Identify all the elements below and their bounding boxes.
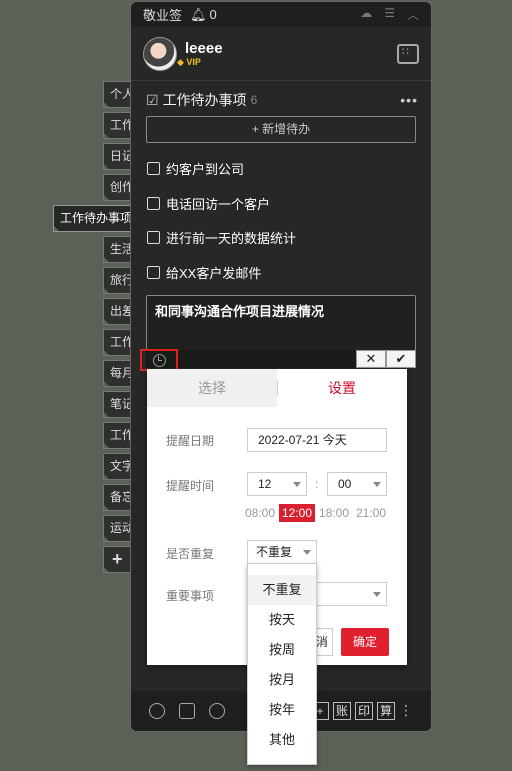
repeat-option[interactable]: 按月 bbox=[248, 665, 316, 695]
time-option-selected[interactable]: 12:00 bbox=[279, 504, 316, 522]
calendar-icon[interactable] bbox=[397, 43, 419, 64]
list-header: ☑ 工作待办事项 6 ••• bbox=[146, 90, 418, 110]
repeat-dropdown: 不重复 按天 按周 按月 按年 其他 bbox=[247, 563, 317, 765]
cancel-edit-button[interactable]: ✕ bbox=[356, 350, 386, 368]
task-item[interactable]: 约客户到公司 bbox=[147, 159, 244, 178]
task-item[interactable]: 给XX客户发邮件 bbox=[147, 263, 261, 282]
clock-icon[interactable] bbox=[149, 703, 165, 719]
confirm-button[interactable]: 确定 bbox=[341, 628, 389, 656]
checklist-icon: ☑ bbox=[146, 91, 159, 108]
profile-bar: leeee ◆ VIP bbox=[131, 27, 431, 81]
task-checkbox[interactable] bbox=[147, 231, 160, 244]
cloud-icon[interactable]: ☁ bbox=[360, 6, 372, 23]
date-label: 提醒日期 bbox=[166, 434, 215, 448]
add-task-button[interactable]: + 新增待办 bbox=[146, 116, 416, 143]
time-label: 提醒时间 bbox=[166, 479, 215, 493]
print-button[interactable]: 印 bbox=[355, 702, 373, 720]
task-edit-toolbar: ✕ ✔ bbox=[140, 349, 416, 371]
notification-button[interactable]: 🔔︎ 0 bbox=[190, 7, 217, 23]
reminder-button[interactable] bbox=[140, 349, 178, 371]
time-option[interactable]: 08:00 bbox=[245, 506, 275, 520]
app-title: 敬业签 bbox=[143, 8, 183, 23]
repeat-label: 是否重复 bbox=[166, 547, 215, 561]
side-tab-active[interactable]: 工作待办事项 bbox=[53, 205, 137, 232]
vip-badge: ◆ VIP bbox=[177, 56, 201, 67]
avatar[interactable] bbox=[143, 36, 177, 71]
task-item[interactable]: 电话回访一个客户 bbox=[147, 194, 270, 213]
bell-icon: 🔔︎ bbox=[190, 6, 207, 22]
time-option[interactable]: 21:00 bbox=[356, 506, 386, 520]
repeat-option[interactable]: 不重复 bbox=[248, 575, 316, 605]
repeat-option[interactable]: 按天 bbox=[248, 605, 316, 635]
task-text: 约客户到公司 bbox=[166, 162, 245, 177]
title-bar: 敬业签 🔔︎ 0 ☁ ☰ ︿ bbox=[131, 2, 431, 27]
task-text: 给XX客户发邮件 bbox=[166, 266, 262, 281]
repeat-value: 不重复 bbox=[256, 545, 293, 559]
calculator-button[interactable]: 算 bbox=[377, 702, 395, 720]
list-title: 工作待办事项 bbox=[162, 92, 247, 108]
clock-icon bbox=[152, 353, 166, 367]
tab-divider bbox=[277, 381, 278, 395]
chevron-down-icon bbox=[373, 482, 381, 487]
task-checkbox[interactable] bbox=[147, 197, 160, 210]
task-checkbox[interactable] bbox=[147, 162, 160, 175]
time-colon: : bbox=[315, 477, 319, 491]
repeat-option[interactable]: 按年 bbox=[248, 695, 316, 725]
task-item[interactable]: 进行前一天的数据统计 bbox=[147, 228, 296, 247]
vip-text: VIP bbox=[186, 56, 201, 67]
tab-settings[interactable]: 设置 bbox=[277, 369, 407, 407]
task-edit-input[interactable]: 和同事沟通合作项目进展情况 bbox=[146, 295, 416, 351]
chevron-down-icon bbox=[373, 592, 381, 597]
hour-value: 12 bbox=[258, 477, 272, 491]
important-label: 重要事项 bbox=[166, 589, 215, 603]
confirm-edit-button[interactable]: ✔ bbox=[386, 350, 416, 368]
more-options-icon[interactable]: ••• bbox=[400, 92, 418, 108]
checkbox-icon[interactable] bbox=[179, 703, 195, 719]
repeat-option[interactable]: 其他 bbox=[248, 725, 316, 755]
user-name: leeee bbox=[185, 39, 223, 57]
search-icon[interactable] bbox=[209, 703, 225, 719]
repeat-option[interactable]: 按周 bbox=[248, 635, 316, 665]
repeat-select[interactable]: 不重复 bbox=[247, 540, 317, 564]
more-vertical-icon[interactable]: ⋮ bbox=[399, 702, 413, 720]
task-text: 电话回访一个客户 bbox=[166, 197, 271, 212]
date-field[interactable]: 2022-07-21 今天 bbox=[247, 428, 387, 452]
hour-select[interactable]: 12 bbox=[247, 472, 307, 496]
ledger-button[interactable]: 账 bbox=[333, 702, 351, 720]
notification-count: 0 bbox=[209, 7, 217, 22]
chevron-down-icon bbox=[293, 482, 301, 487]
minute-select[interactable]: 00 bbox=[327, 472, 387, 496]
minute-value: 00 bbox=[338, 477, 352, 491]
task-checkbox[interactable] bbox=[147, 266, 160, 279]
task-count: 6 bbox=[250, 93, 258, 107]
chevron-down-icon bbox=[303, 550, 311, 555]
collapse-icon[interactable]: ︿ bbox=[407, 6, 419, 23]
task-text: 进行前一天的数据统计 bbox=[166, 231, 297, 246]
tab-select[interactable]: 选择 bbox=[147, 369, 277, 407]
menu-icon[interactable]: ☰ bbox=[384, 6, 395, 23]
popup-tabs: 选择 设置 bbox=[147, 369, 407, 407]
time-option[interactable]: 18:00 bbox=[319, 506, 349, 520]
